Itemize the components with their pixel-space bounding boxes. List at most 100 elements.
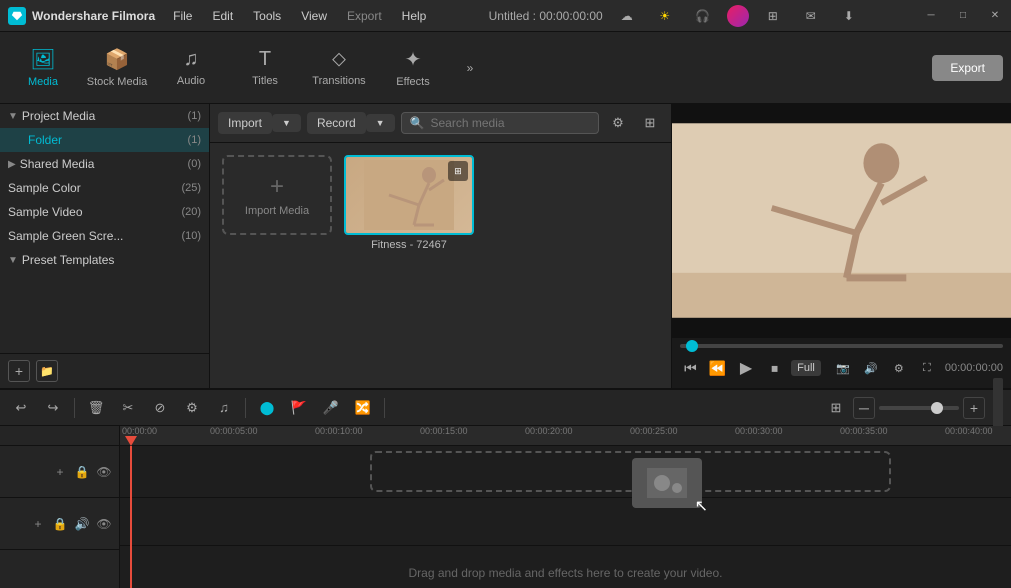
minimize-button[interactable]: ─ — [915, 0, 947, 32]
tl-tracks: ↖ Drag and drop media and effects here t… — [120, 446, 1011, 588]
tl-separator-3 — [384, 398, 385, 418]
menu-tools[interactable]: Tools — [243, 0, 291, 32]
folder-icon-button[interactable]: 📁 — [36, 360, 58, 382]
cut-button[interactable]: ✂ — [115, 395, 141, 421]
sample-video-item[interactable]: Sample Video (20) — [0, 200, 209, 224]
track2-lock-icon[interactable]: 🔒 — [51, 515, 69, 533]
preset-templates-item[interactable]: ▼ Preset Templates — [0, 248, 209, 272]
audio-detach-button[interactable]: 🔀 — [350, 395, 376, 421]
adjust-button[interactable]: ⚙ — [179, 395, 205, 421]
menu-view[interactable]: View — [291, 0, 337, 32]
project-media-item[interactable]: ▼ Project Media (1) — [0, 104, 209, 128]
app-logo-area: Wondershare Filmora — [0, 7, 163, 25]
preview-panel: ⏮ ⏪ ▶ ⏹ Full 📷 🔊 ⚙ ⛶ 00:00:00:00 — [671, 104, 1011, 388]
track1-lock-icon[interactable]: 🔒 — [73, 463, 91, 481]
progress-thumb[interactable] — [686, 340, 698, 352]
zoom-thumb[interactable] — [931, 402, 943, 414]
preset-arrow: ▼ — [8, 255, 18, 266]
track1-add-icon[interactable]: + — [51, 463, 69, 481]
preset-templates-label: Preset Templates — [22, 253, 201, 267]
sample-video-label: Sample Video — [8, 205, 177, 219]
import-chevron-button[interactable]: ▼ — [272, 114, 301, 132]
menu-edit[interactable]: Edit — [202, 0, 243, 32]
record-button[interactable]: Record — [307, 112, 366, 134]
media-item-fitness[interactable]: ⊞ Fitness - 72467 — [344, 155, 474, 251]
thumb-overlay: ⊞ — [448, 161, 468, 181]
toolbar: 🖼 Media 📦 Stock Media ♫ Audio T Titles ⬦… — [0, 32, 1011, 104]
expand-button[interactable]: ⛶ — [915, 356, 939, 380]
track2-volume-icon[interactable]: 🔊 — [73, 515, 91, 533]
import-button[interactable]: Import — [218, 112, 272, 134]
screenshot-button[interactable]: 📷 — [831, 356, 855, 380]
tab-transitions[interactable]: ⬦ Transitions — [304, 36, 374, 100]
quality-button[interactable]: Full — [791, 360, 821, 376]
tl-add-button[interactable]: ⊞ — [823, 395, 849, 421]
track2-controls: + 🔒 🔊 👁 — [0, 498, 119, 550]
media-grid: + Import Media — [210, 143, 671, 388]
play-button[interactable]: ▶ — [734, 354, 758, 382]
zoom-slider[interactable] — [879, 406, 959, 410]
mail-icon[interactable]: ✉ — [797, 2, 825, 30]
marker-button[interactable]: 🚩 — [286, 395, 312, 421]
effects-tab-label: Effects — [396, 76, 429, 88]
grid-icon[interactable]: ⊞ — [759, 2, 787, 30]
drop-zone[interactable]: ↖ — [370, 451, 891, 492]
search-input[interactable] — [431, 116, 591, 130]
menu-export[interactable]: Export — [337, 0, 392, 32]
shared-media-item[interactable]: ▶ Shared Media (0) — [0, 152, 209, 176]
tab-effects[interactable]: ✦ Effects — [378, 36, 448, 100]
tab-audio[interactable]: ♫ Audio — [156, 36, 226, 100]
prev-frame-button[interactable]: ⏮ — [680, 356, 701, 380]
fitness-thumbnail[interactable]: ⊞ — [344, 155, 474, 235]
zoom-out-button[interactable]: ─ — [853, 397, 875, 419]
sample-color-item[interactable]: Sample Color (25) — [0, 176, 209, 200]
export-button[interactable]: Export — [932, 55, 1003, 81]
redo-button[interactable]: ↪ — [40, 395, 66, 421]
import-placeholder[interactable]: + Import Media — [222, 155, 332, 235]
cloud-icon[interactable]: ☁ — [613, 2, 641, 30]
menu-help[interactable]: Help — [392, 0, 437, 32]
maximize-button[interactable]: □ — [947, 0, 979, 32]
volume-button[interactable]: 🔊 — [859, 356, 883, 380]
menu-file[interactable]: File — [163, 0, 202, 32]
shared-media-count: (0) — [188, 158, 201, 170]
tl-playhead[interactable] — [130, 446, 132, 588]
clip-color-button[interactable]: ⬤ — [254, 395, 280, 421]
delete-button[interactable]: 🗑 — [83, 395, 109, 421]
project-media-arrow: ▼ — [8, 111, 18, 122]
fitness-label: Fitness - 72467 — [371, 239, 447, 251]
disable-button[interactable]: ⊘ — [147, 395, 173, 421]
settings-button[interactable]: ⚙ — [887, 356, 911, 380]
stop-button[interactable]: ⏹ — [764, 356, 785, 380]
fitness-thumb-svg — [364, 160, 454, 230]
grid-view-icon[interactable]: ⊞ — [637, 110, 663, 136]
track2-visibility-icon[interactable]: 👁 — [95, 515, 113, 533]
playhead-marker — [125, 436, 137, 446]
download-icon[interactable]: ⬇ — [835, 2, 863, 30]
track1-visibility-icon[interactable]: 👁 — [95, 463, 113, 481]
audio-adjust-button[interactable]: ♫ — [211, 395, 237, 421]
close-button[interactable]: ✕ — [979, 0, 1011, 32]
headphone-icon[interactable]: 🎧 — [689, 2, 717, 30]
sun-icon[interactable]: ☀ — [651, 2, 679, 30]
track2-add-icon[interactable]: + — [29, 515, 47, 533]
preview-progress-bar[interactable] — [680, 344, 1003, 348]
voiceover-button[interactable]: 🎤 — [318, 395, 344, 421]
filter-icon[interactable]: ⚙ — [605, 110, 631, 136]
tab-titles[interactable]: T Titles — [230, 36, 300, 100]
tl-separator-1 — [74, 398, 75, 418]
undo-button[interactable]: ↩ — [8, 395, 34, 421]
add-folder-button[interactable]: + — [8, 360, 30, 382]
sample-green-item[interactable]: Sample Green Scre... (10) — [0, 224, 209, 248]
folder-item[interactable]: Folder (1) — [0, 128, 209, 152]
step-back-button[interactable]: ⏪ — [707, 356, 728, 380]
preview-time: 00:00:00:00 — [945, 362, 1003, 374]
ruler-tick-8: 00:00:40:00 — [945, 426, 993, 436]
record-chevron-button[interactable]: ▼ — [366, 114, 395, 132]
tab-media[interactable]: 🖼 Media — [8, 36, 78, 100]
tab-stock-media[interactable]: 📦 Stock Media — [82, 36, 152, 100]
zoom-in-button[interactable]: + — [963, 397, 985, 419]
toolbar-more-button[interactable]: » — [456, 54, 484, 82]
user-avatar[interactable] — [727, 5, 749, 27]
ruler-tick-2: 00:00:10:00 — [315, 426, 363, 436]
